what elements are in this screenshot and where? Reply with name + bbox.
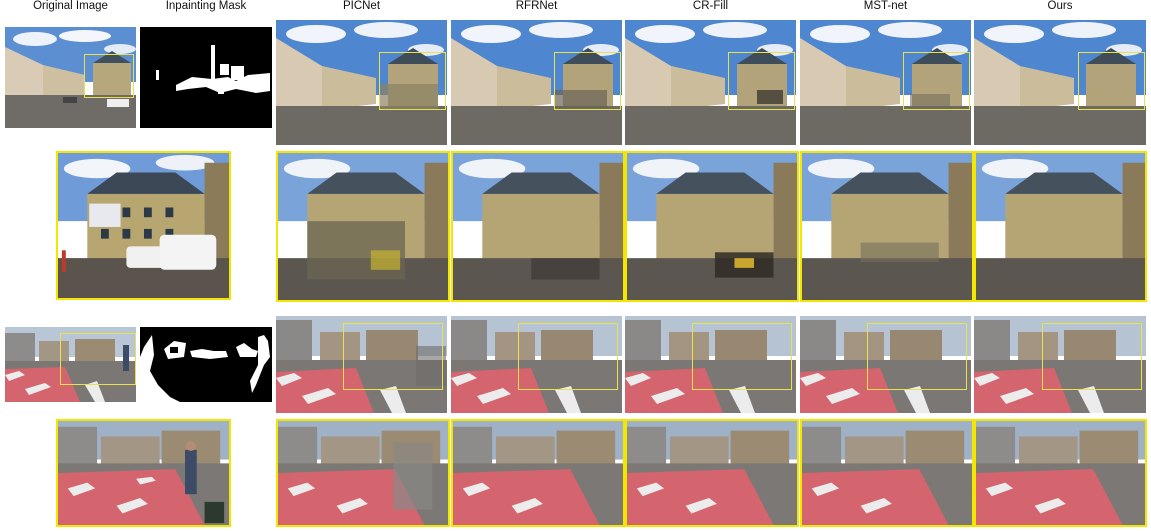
- result-cr-fill-street: [625, 20, 796, 145]
- zoom-cr-fill-street: [625, 151, 799, 302]
- result-ours-crosswalk: [974, 316, 1146, 413]
- header-cr-fill: CR-Fill: [692, 0, 729, 12]
- header-inpainting-mask: Inpainting Mask: [165, 0, 247, 12]
- zoom-rfrnet-street: [451, 151, 625, 302]
- result-rfrnet-street: [451, 20, 622, 145]
- result-cr-fill-crosswalk: [625, 316, 796, 413]
- original-image-crosswalk: [5, 327, 136, 402]
- zoom-original-crosswalk: [56, 419, 231, 527]
- zoom-ours-street: [974, 151, 1147, 302]
- header-picnet: PICNet: [342, 0, 381, 12]
- result-mst-net-crosswalk: [800, 316, 971, 413]
- mask-crosswalk: [140, 327, 272, 402]
- result-picnet-street: [276, 20, 447, 145]
- zoom-rfrnet-crosswalk: [451, 419, 625, 527]
- header-rfrnet: RFRNet: [515, 0, 558, 12]
- result-mst-net-street: [800, 20, 971, 145]
- zoom-ours-crosswalk: [974, 419, 1147, 527]
- zoom-mst-net-street: [800, 151, 974, 302]
- header-original-image: Original Image: [33, 0, 108, 12]
- zoom-cr-fill-crosswalk: [625, 419, 799, 527]
- zoom-picnet-street: [276, 151, 450, 302]
- header-ours: Ours: [1047, 0, 1073, 12]
- result-ours-street: [974, 20, 1146, 145]
- zoom-original-street: [56, 151, 231, 300]
- original-image-street: [5, 27, 136, 128]
- result-rfrnet-crosswalk: [451, 316, 622, 413]
- result-picnet-crosswalk: [276, 316, 447, 413]
- zoom-mst-net-crosswalk: [800, 419, 974, 527]
- header-mst-net: MST-net: [863, 0, 908, 12]
- zoom-picnet-crosswalk: [276, 419, 450, 527]
- mask-street: [140, 27, 272, 128]
